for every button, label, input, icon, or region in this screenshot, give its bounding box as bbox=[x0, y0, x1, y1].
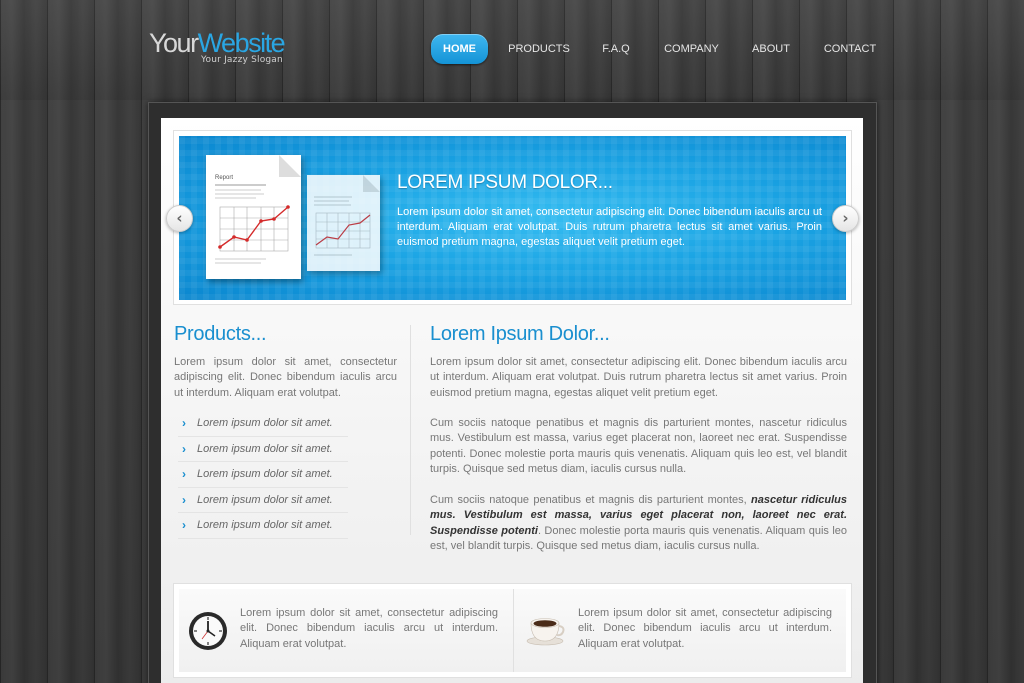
report-label: Report bbox=[215, 175, 233, 181]
list-item[interactable]: › Lorem ipsum dolor sit amet. bbox=[178, 437, 348, 463]
chevron-right-icon: › bbox=[182, 518, 186, 533]
chevron-right-icon: › bbox=[842, 209, 849, 227]
chevron-right-icon: › bbox=[182, 416, 186, 430]
column-divider bbox=[410, 325, 411, 535]
slider-title: LOREM IPSUM DOLOR... bbox=[397, 172, 613, 193]
feature-text-1: Lorem ipsum dolor sit amet, consectetur … bbox=[240, 607, 498, 650]
nav-contact[interactable]: CONTACT bbox=[819, 34, 881, 64]
logo[interactable]: YourWebsite Your Jazzy Slogan bbox=[149, 28, 286, 65]
clock-icon bbox=[188, 611, 228, 651]
logo-your: Your bbox=[149, 28, 199, 58]
feature-divider bbox=[513, 589, 514, 672]
coffee-cup-icon bbox=[525, 611, 565, 647]
slider-prev-button[interactable]: ‹ bbox=[166, 205, 193, 232]
chevron-right-icon: › bbox=[182, 441, 186, 456]
logo-text: YourWebsite bbox=[149, 28, 286, 58]
list-item[interactable]: › Lorem ipsum dolor sit amet. bbox=[178, 488, 348, 514]
logo-website: Website bbox=[197, 28, 286, 58]
nav-about[interactable]: ABOUT bbox=[746, 34, 796, 64]
report-chart-graphic: Report bbox=[215, 155, 301, 264]
list-item-label: Lorem ipsum dolor sit amet. bbox=[197, 519, 333, 532]
products-list: › Lorem ipsum dolor sit amet. › Lorem ipsu… bbox=[178, 411, 348, 539]
main-heading: Lorem Ipsum Dolor... bbox=[430, 323, 610, 345]
chevron-right-icon: › bbox=[182, 467, 186, 482]
slogan: Your Jazzy Slogan bbox=[201, 55, 283, 65]
chevron-left-icon: ‹ bbox=[176, 209, 183, 227]
main-paragraph-1: Lorem ipsum dolor sit amet, consectetur … bbox=[430, 356, 847, 399]
list-item-label: Lorem ipsum dolor sit amet. bbox=[197, 417, 333, 429]
list-item[interactable]: › Lorem ipsum dolor sit amet. bbox=[178, 411, 348, 437]
report-document-small bbox=[307, 175, 380, 271]
list-item-label: Lorem ipsum dolor sit amet. bbox=[197, 493, 333, 506]
feature-text-2: Lorem ipsum dolor sit amet, consectetur … bbox=[578, 607, 832, 650]
slider-next-button[interactable]: › bbox=[832, 205, 859, 232]
report-chart-graphic-small bbox=[314, 175, 380, 256]
slider-text: Lorem ipsum dolor sit amet, consectetur … bbox=[397, 206, 822, 249]
list-item[interactable]: › Lorem ipsum dolor sit amet. bbox=[178, 513, 348, 539]
chevron-right-icon: › bbox=[182, 492, 186, 507]
nav-faq[interactable]: F.A.Q bbox=[596, 34, 636, 64]
report-document-large: Report bbox=[206, 155, 301, 279]
list-item-label: Lorem ipsum dolor sit amet. bbox=[197, 468, 333, 481]
para3-start: Cum sociis natoque penatibus et magnis d… bbox=[430, 494, 752, 506]
list-item-label: Lorem ipsum dolor sit amet. bbox=[197, 442, 333, 455]
products-intro: Lorem ipsum dolor sit amet, consectetur … bbox=[174, 356, 397, 399]
main-paragraph-2: Cum sociis natoque penatibus et magnis d… bbox=[430, 417, 847, 476]
nav-products[interactable]: PRODUCTS bbox=[503, 34, 575, 64]
nav-home[interactable]: HOME bbox=[431, 34, 488, 64]
nav-company[interactable]: COMPANY bbox=[659, 34, 724, 64]
main-paragraph-3: Cum sociis natoque penatibus et magnis d… bbox=[430, 493, 847, 555]
products-heading: Products... bbox=[174, 323, 267, 345]
list-item[interactable]: › Lorem ipsum dolor sit amet. bbox=[178, 462, 348, 488]
